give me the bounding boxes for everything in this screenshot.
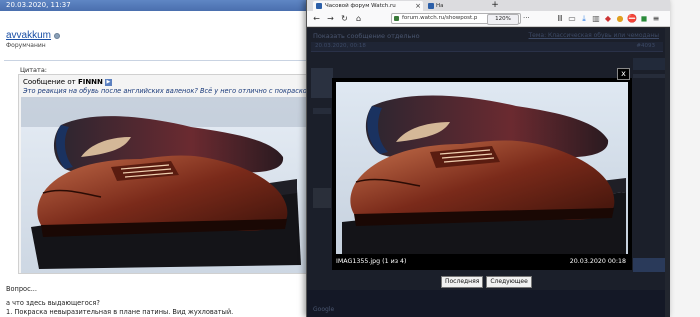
image-lightbox: IMAG1355.jpg (1 из 4) 20.03.2020 00:18 (332, 78, 632, 270)
extension-icon[interactable]: ● (615, 13, 625, 24)
author-name-link[interactable]: avvakkum (6, 30, 51, 41)
next-image-button[interactable]: Следующее (486, 276, 532, 288)
quote-box: Сообщение от FINNN ▶ Это реакция на обувь… (18, 74, 308, 274)
post-line-3: 1. Покраска невыразительная в плане пати… (6, 308, 234, 316)
offline-status-icon (54, 33, 61, 39)
page-title: Показать сообщение отдельно (313, 32, 420, 40)
zoom-indicator[interactable]: 120% (487, 14, 519, 25)
scrollbar[interactable] (665, 28, 670, 317)
view-post-arrow-icon[interactable]: ▶ (104, 78, 112, 86)
google-footer-text: Google (313, 306, 335, 313)
last-image-button[interactable]: Последняя (441, 276, 484, 288)
post-separator (4, 60, 309, 61)
library-icon[interactable]: Ⅲ (555, 13, 565, 24)
addon-icon[interactable]: ◼ (639, 13, 649, 24)
quote-header: Сообщение от FINNN ▶ (23, 78, 112, 86)
post-line-2: а что здесь выдающегося? (6, 299, 100, 307)
quote-header-prefix: Сообщение от (23, 78, 76, 86)
new-tab-icon[interactable]: + (490, 0, 500, 11)
image-caption: IMAG1355.jpg (1 из 4) (336, 258, 407, 265)
favicon-icon (428, 3, 434, 9)
quote-author: FINNN (77, 78, 103, 86)
adblock-icon[interactable]: ⛔ (627, 13, 637, 24)
quote-label: Цитата: (20, 66, 47, 74)
lock-icon (394, 16, 399, 21)
author-block: avvakkum Форумчанин (6, 30, 61, 49)
back-icon[interactable]: ← (311, 13, 322, 24)
close-lightbox-icon[interactable]: x (617, 68, 630, 80)
tab-label: На (436, 3, 444, 9)
menu-icon[interactable]: ≡ (651, 13, 661, 24)
post-date: 20.03.2020, 11:37 (6, 1, 71, 9)
post-number[interactable]: #4093 (636, 43, 655, 49)
quote-text: Это реакция на обувь после английских ва… (23, 87, 308, 95)
navigation-bar: ← → ↻ ⌂ forum.watch.ru/showpost.p 120% ·… (307, 11, 670, 27)
shoes-photo-large[interactable] (336, 82, 628, 254)
lightbox-nav-buttons: Последняя Следующее (441, 276, 535, 288)
page-actions-icon[interactable]: ··· (523, 14, 530, 22)
tab-bar: Часовой форум Watch.ru × На + (307, 0, 670, 11)
download-icon[interactable]: ⤓ (579, 13, 589, 24)
post-date: 20.03.2020, 00:18 (315, 43, 366, 49)
author-role: Форумчанин (6, 42, 46, 49)
background-window-edge (670, 0, 700, 317)
dimmed-sidebar (633, 58, 667, 272)
favicon-icon (316, 3, 322, 9)
sidebar-icon[interactable]: ▥ (591, 13, 601, 24)
post-header-row: 20.03.2020, 00:18 #4093 (311, 42, 663, 52)
reload-icon[interactable]: ↻ (339, 13, 350, 24)
tab-inactive[interactable]: На (426, 1, 486, 11)
dimmed-avatar (311, 68, 333, 208)
image-date: 20.03.2020 00:18 (569, 258, 626, 265)
post-line-1: Вопрос... (6, 285, 38, 293)
tab-active[interactable]: Часовой форум Watch.ru × (313, 1, 423, 11)
thread-link[interactable]: Тема: Классическая обувь или чемоданы (529, 32, 659, 39)
url-text: forum.watch.ru/showpost.p (402, 15, 478, 21)
home-icon[interactable]: ⌂ (353, 13, 364, 24)
shoes-photo[interactable] (21, 97, 307, 273)
reader-icon[interactable]: ▭ (567, 13, 577, 24)
pocket-icon[interactable]: ◆ (603, 13, 613, 24)
tab-label: Часовой форум Watch.ru (325, 3, 396, 9)
toolbar-icons: Ⅲ ▭ ⤓ ▥ ◆ ● ⛔ ◼ ≡ (555, 13, 667, 25)
forward-icon[interactable]: → (325, 13, 336, 24)
page-footer: Google (307, 290, 670, 317)
close-tab-icon[interactable]: × (415, 1, 421, 11)
